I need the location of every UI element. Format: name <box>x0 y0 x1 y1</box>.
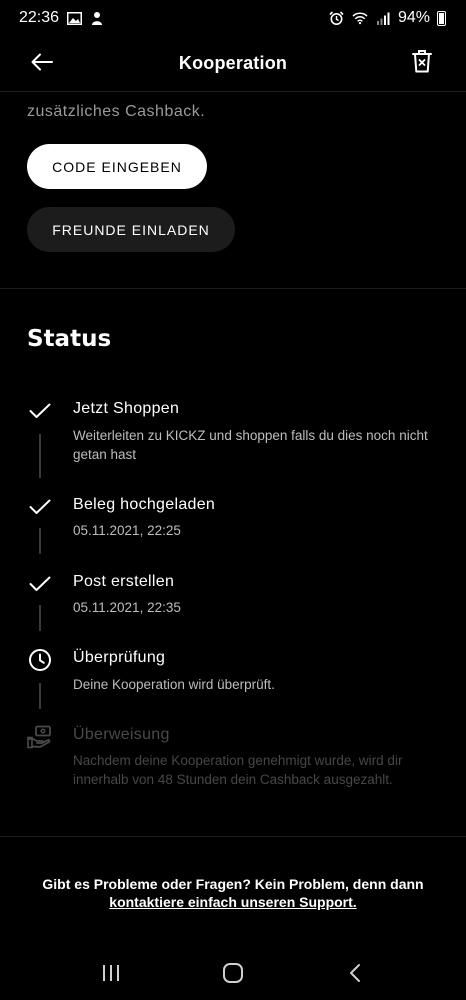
step-description: 05.11.2021, 22:35 <box>73 600 181 615</box>
battery-icon <box>437 10 446 26</box>
clock-icon <box>27 647 53 673</box>
app-bar: Kooperation <box>0 36 466 92</box>
money-hand-icon <box>27 724 53 750</box>
section-divider <box>0 836 466 837</box>
status-bar-left: 22:36 <box>19 9 105 27</box>
check-icon <box>27 398 53 424</box>
arrow-left-icon <box>31 53 53 71</box>
support-info: Gibt es Probleme oder Fragen? Kein Probl… <box>0 875 466 911</box>
page-title: Kooperation <box>178 53 288 73</box>
cashback-text: zusätzliches Cashback. <box>27 103 206 120</box>
delete-button[interactable] <box>408 46 436 76</box>
step-connector <box>39 434 41 478</box>
check-icon <box>27 494 53 520</box>
invite-friends-button[interactable]: FREUNDE EINLADEN <box>27 207 235 252</box>
step-title: Überprüfung <box>73 649 166 666</box>
status-heading: Status <box>27 326 112 352</box>
trash-icon <box>412 50 432 73</box>
step-title: Jetzt Shoppen <box>73 400 180 417</box>
step-description: Weiterleiten zu KICKZ und shoppen falls … <box>73 428 428 462</box>
enter-code-button[interactable]: CODE EINGEBEN <box>27 144 207 189</box>
signal-icon <box>375 10 391 26</box>
chevron-left-icon <box>350 963 360 982</box>
recent-apps-icon <box>103 964 119 981</box>
support-text: Gibt es Probleme oder Fragen? Kein Probl… <box>42 876 424 892</box>
recent-apps-button[interactable] <box>91 953 131 993</box>
status-bar: 22:36 94% <box>0 0 466 36</box>
step-description: 05.11.2021, 22:25 <box>73 523 181 538</box>
step-title: Post erstellen <box>73 573 175 590</box>
alarm-icon <box>329 10 345 26</box>
step-connector <box>39 528 41 554</box>
home-icon <box>223 962 243 983</box>
home-button[interactable] <box>213 953 253 993</box>
step-connector <box>39 683 41 709</box>
section-divider <box>0 288 466 289</box>
step-connector <box>39 605 41 631</box>
step-title: Beleg hochgeladen <box>73 496 216 513</box>
battery-percentage: 94% <box>397 9 430 26</box>
step-description: Nachdem deine Kooperation genehmigt wurd… <box>73 753 403 787</box>
notification-app-icon <box>89 10 105 26</box>
step-description: Deine Kooperation wird überprüft. <box>73 677 275 692</box>
step-title: Überweisung <box>73 726 170 743</box>
back-button[interactable] <box>28 48 56 76</box>
gallery-notification-icon <box>66 10 82 26</box>
support-link[interactable]: kontaktiere einfach unseren Support. <box>0 893 466 911</box>
system-back-button[interactable] <box>335 953 375 993</box>
system-navigation-bar <box>0 945 466 1000</box>
clock-time: 22:36 <box>19 9 60 26</box>
check-icon <box>27 571 53 597</box>
wifi-icon <box>352 10 368 26</box>
status-bar-right: 94% <box>329 9 446 27</box>
